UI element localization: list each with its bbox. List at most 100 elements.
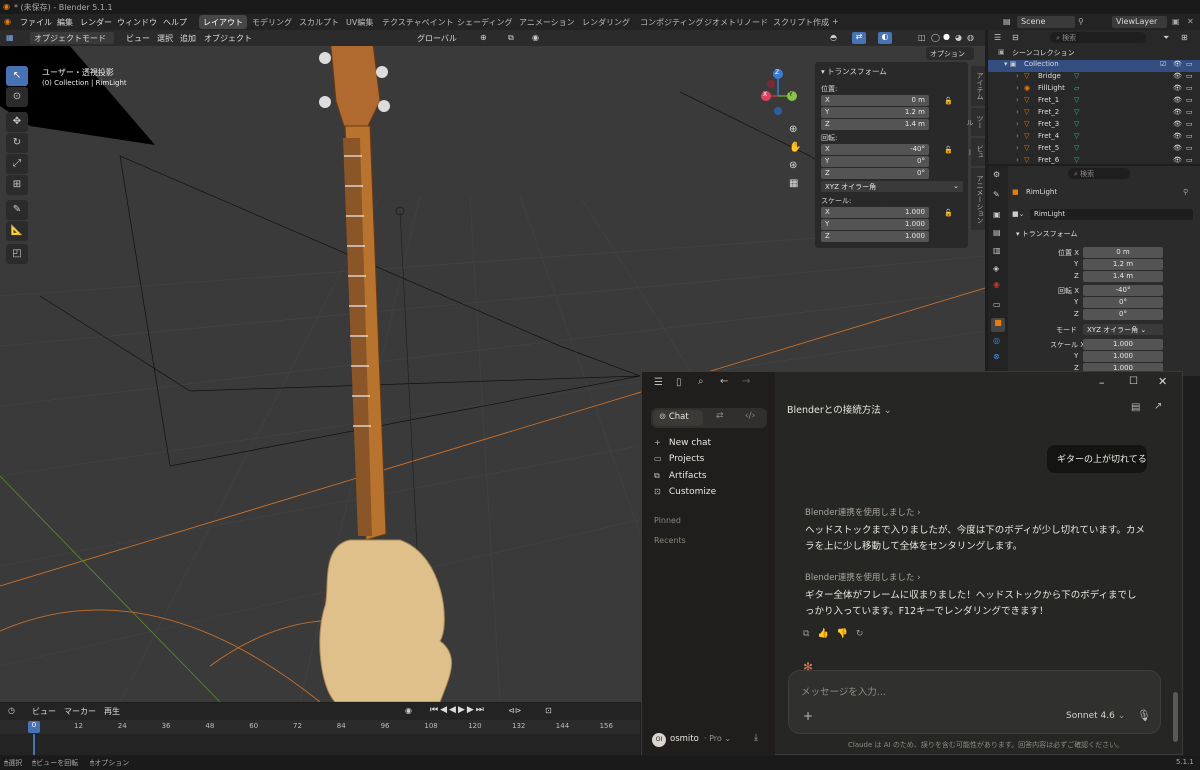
outliner-item[interactable]: › ▽ Fret_4 ▽ 👁 ▭ (988, 132, 1200, 144)
lock-icon[interactable]: 🔓 (944, 97, 953, 105)
options-dropdown[interactable]: オプション (926, 47, 974, 60)
object-tab-icon[interactable]: ■ (991, 318, 1005, 332)
properties-editor-icon[interactable]: ⚙ (993, 170, 1000, 179)
pan-hand-icon[interactable]: ✋ (789, 142, 803, 156)
world-tab-icon[interactable]: ◉ (993, 280, 1000, 289)
outliner-item[interactable]: › ◉ FillLight ▱ 👁 ▭ (988, 84, 1200, 96)
material-shading-icon[interactable]: ◕ (955, 33, 962, 42)
outliner-scene-collection[interactable]: ▣ シーンコレクション (988, 48, 1200, 60)
camera-render-icon[interactable]: ▭ (1186, 156, 1193, 164)
filter-icon[interactable]: ⏷ (1163, 33, 1169, 43)
measure-tool-icon[interactable]: 📐 (6, 221, 28, 241)
tab-compositing[interactable]: コンポジティング (636, 15, 708, 29)
tab-rendering[interactable]: レンダリング (578, 15, 634, 29)
prop-location-x[interactable]: 0 m (1083, 247, 1163, 258)
camera-render-icon[interactable]: ▭ (1186, 144, 1193, 152)
eye-icon[interactable]: 👁 (1173, 72, 1182, 80)
view-layer-new-icon[interactable]: ▣ (1172, 17, 1180, 26)
viewport-menu-select[interactable]: 選択 (157, 33, 173, 44)
message-input[interactable]: メッセージを入力... (801, 684, 886, 698)
annotate-tool-icon[interactable]: ✎ (6, 200, 28, 220)
tab-texture-paint[interactable]: テクスチャペイント (378, 15, 458, 29)
rotate-tool-icon[interactable]: ↻ (6, 133, 28, 153)
code-tab-icon[interactable]: ‹/› (745, 411, 755, 421)
location-x-field[interactable]: X0 m (821, 95, 929, 106)
prop-location-y[interactable]: 1.2 m (1083, 259, 1163, 270)
collection-tab-icon[interactable]: ▭ (993, 300, 1001, 309)
tab-layout[interactable]: レイアウト (199, 15, 247, 29)
prop-rotation-x[interactable]: -40° (1083, 285, 1163, 296)
model-selector[interactable]: Sonnet 4.6 ⌄ (1066, 711, 1125, 721)
view-layer-selector[interactable]: ViewLayer (1112, 16, 1167, 28)
menu-render[interactable]: レンダー (80, 17, 112, 28)
forward-arrow-icon[interactable]: → (742, 376, 750, 387)
select-box-icon[interactable]: ▦ (6, 33, 14, 42)
select-tool-icon[interactable]: ↖ (6, 66, 28, 86)
pin-icon[interactable]: ⚲ (1078, 17, 1084, 26)
playback-controls[interactable]: ⏮◀◀▶▶⏭ (430, 705, 486, 715)
rotation-x-field[interactable]: X -40° (821, 144, 929, 155)
nav-new-chat[interactable]: + New chat (654, 438, 711, 448)
expand-arrow-icon[interactable]: › (1016, 108, 1019, 116)
location-z-field[interactable]: Z 1.4 m (821, 119, 929, 130)
prop-scale-x[interactable]: 1.000 (1083, 339, 1163, 350)
add-attachment-icon[interactable]: + (803, 709, 813, 723)
thumbs-down-icon[interactable]: 👎 (837, 629, 856, 639)
blender-menu-icon[interactable]: ◉ (4, 17, 11, 26)
retry-icon[interactable]: ↻ (856, 629, 872, 639)
output-tab-icon[interactable]: ▤ (993, 228, 1001, 237)
scale-y-field[interactable]: Y 1.000 (821, 219, 929, 230)
gizmo-toggle-icon[interactable]: ⇄ (852, 32, 866, 44)
tab-scripting[interactable]: スクリプト作成 (769, 15, 833, 29)
scene-tab-icon[interactable]: ◈ (993, 264, 999, 273)
menu-file[interactable]: ファイル (20, 17, 52, 28)
expand-arrow-icon[interactable]: › (1016, 156, 1019, 164)
rotation-z-field[interactable]: Z 0° (821, 168, 929, 179)
tab-modeling[interactable]: モデリング (248, 15, 296, 29)
render-tab-icon[interactable]: ▣ (993, 210, 1001, 219)
lock-icon[interactable]: 🔓 (944, 209, 953, 217)
view-layer-remove-icon[interactable]: ✕ (1187, 17, 1194, 26)
camera-render-icon[interactable]: ▭ (1186, 84, 1193, 92)
prop-rotation-y[interactable]: 0° (1083, 297, 1163, 308)
close-icon[interactable]: ✕ (1158, 375, 1167, 388)
camera-view-icon[interactable]: ⊛ (789, 160, 803, 174)
cowork-tab-icon[interactable]: ⇄ (716, 411, 724, 421)
object-data-icon[interactable]: ■⌄ (1012, 210, 1024, 218)
overlay-toggle-icon[interactable]: ◐ (878, 32, 892, 44)
outliner-item[interactable]: › ▽ Fret_2 ▽ 👁 ▭ (988, 108, 1200, 120)
move-tool-icon[interactable]: ✥ (6, 112, 28, 132)
menu-help[interactable]: ヘルプ (163, 17, 187, 28)
expand-arrow-icon[interactable]: › (1016, 144, 1019, 152)
nav-artifacts[interactable]: ⧉ Artifacts (654, 471, 707, 481)
view-layer-tab-icon[interactable]: ▥ (993, 246, 1001, 255)
minimize-icon[interactable]: – (1099, 376, 1105, 389)
cursor-tool-icon[interactable]: ⊙ (6, 87, 28, 107)
eye-icon[interactable]: 👁 (1173, 96, 1182, 104)
solid-shading-icon[interactable]: ● (943, 32, 950, 41)
viewport-menu-view[interactable]: ビュー (126, 33, 150, 44)
thumbs-up-icon[interactable]: 👍 (817, 629, 836, 639)
timeline-editor-icon[interactable]: ◷ (8, 706, 15, 715)
properties-search-input[interactable]: ⌕ 検索 (1068, 168, 1130, 179)
search-icon[interactable]: ⌕ (698, 376, 704, 387)
filter-display-icon[interactable]: ⊟ (1012, 33, 1019, 42)
maximize-icon[interactable]: ☐ (1129, 376, 1138, 387)
expand-arrow-icon[interactable]: › (1016, 132, 1019, 140)
eye-icon[interactable]: 👁 (1173, 132, 1182, 140)
tool-use-indicator[interactable]: Blender連携を使用しました › (805, 506, 921, 518)
perspective-grid-icon[interactable]: ▦ (789, 178, 803, 192)
tab-animation[interactable]: アニメーション (515, 15, 579, 29)
scrollbar-thumb[interactable] (1173, 692, 1178, 742)
tab-geometry-nodes[interactable]: ジオメトリノード (700, 15, 772, 29)
document-icon[interactable]: ▤ (1131, 402, 1140, 413)
user-menu[interactable]: OI osmito · Pro ⌄ ⤓ (650, 732, 768, 748)
tab-view[interactable]: ビュー (966, 138, 985, 166)
eye-icon[interactable]: 👁 (1173, 108, 1182, 116)
tab-animation[interactable]: アニメーション (971, 168, 985, 230)
constraints-tab-icon[interactable]: ⊗ (993, 352, 1000, 361)
camera-render-icon[interactable]: ▭ (1186, 108, 1193, 116)
mode-selector[interactable]: オブジェクトモード (30, 32, 114, 44)
microphone-icon[interactable]: 🎙 (1137, 709, 1151, 722)
physics-tab-icon[interactable]: ◎ (993, 336, 1000, 345)
